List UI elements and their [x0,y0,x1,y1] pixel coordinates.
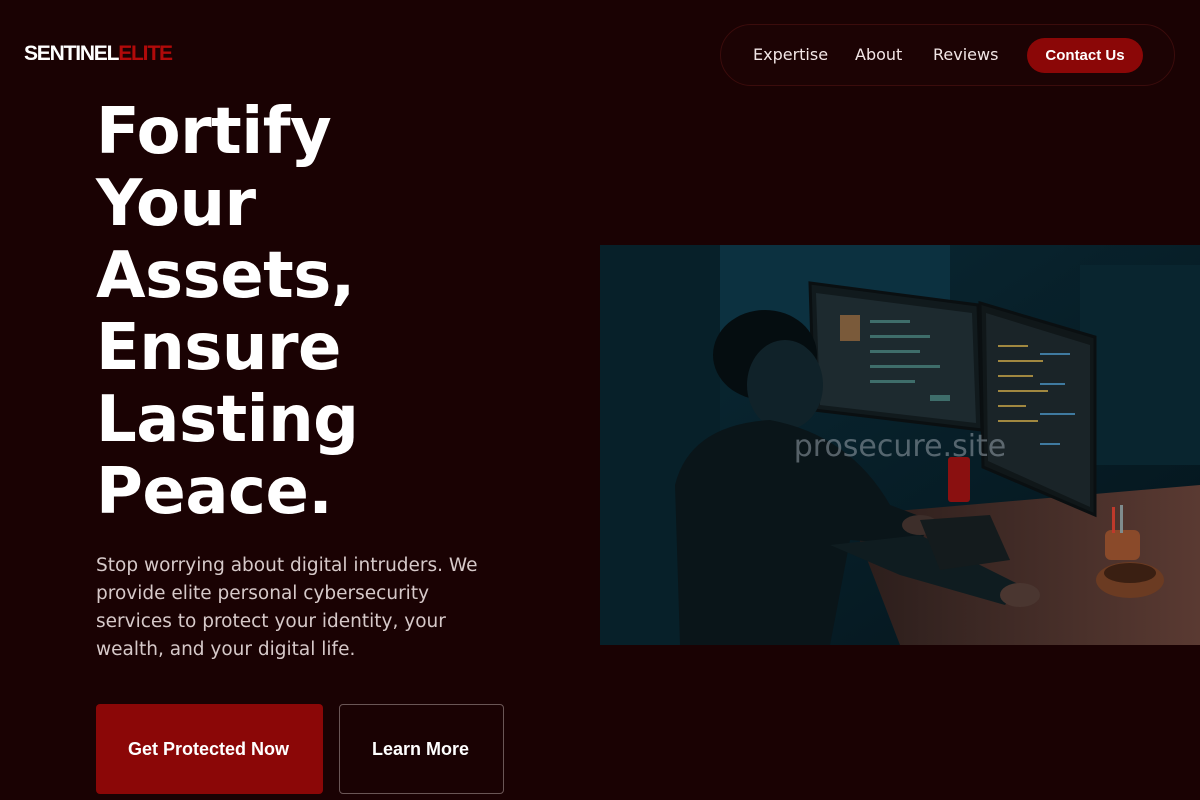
brand-name-primary: SENTINEL [24,42,119,65]
nav-link-reviews[interactable]: Reviews [933,45,998,65]
get-protected-button[interactable]: Get Protected Now [96,704,323,794]
hero-title-line: Lasting [96,383,359,457]
contact-us-button[interactable]: Contact Us [1027,38,1143,73]
image-watermark: prosecure.site [793,429,1007,464]
learn-more-button[interactable]: Learn More [339,704,504,794]
hero-title-line: Your [96,167,256,241]
hero-description: Stop worrying about digital intruders. W… [96,555,478,660]
brand-name-accent: ELITE [118,42,173,65]
hero-title-line: Fortify [96,95,332,169]
nav-link-about[interactable]: About [855,45,902,65]
hero-image: prosecure.site [600,245,1200,645]
hero-title-line: Peace. [96,455,333,529]
nav-link-expertise[interactable]: Expertise [753,45,828,65]
hero-title: Fortify Your Assets, Ensure Lasting Peac… [96,96,556,528]
brand-logo[interactable]: SENTINELELITE [24,42,173,66]
top-navigation: Expertise About Reviews Contact Us [720,24,1175,86]
hero-title-line: Assets, [96,239,355,313]
hero-title-line: Ensure [96,311,341,385]
